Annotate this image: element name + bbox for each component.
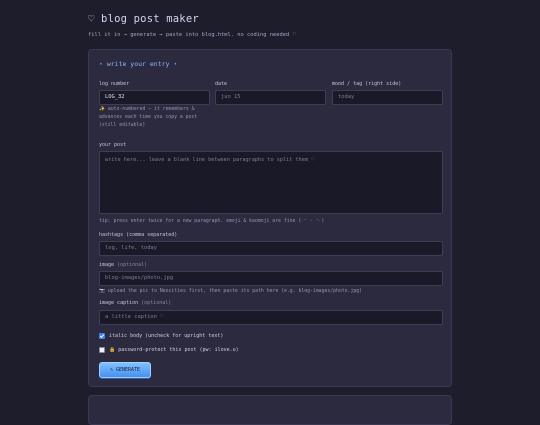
italic-checkbox[interactable] <box>99 333 105 339</box>
image-upload-hint: 📷 upload the pic to Neocities first, the… <box>99 289 363 294</box>
caption-label-optional: (optional) <box>141 300 172 306</box>
page-subtitle: fill it in → generate → paste into blog.… <box>88 32 296 38</box>
auto-number-note-3: (still editable) <box>99 123 146 128</box>
caption-input[interactable]: a little caption ♡ <box>99 310 443 325</box>
image-label: image (optional) <box>99 262 147 268</box>
output-panel <box>88 395 452 425</box>
hashtags-label: hashtags (comma separated) <box>99 232 178 238</box>
password-checkbox-label: 🔒 password-protect this post (pw: ilove.… <box>109 347 239 353</box>
image-path-input[interactable]: blog-images/photo.jpg <box>99 271 443 286</box>
caption-label: image caption (optional) <box>99 300 171 306</box>
italic-checkbox-label: italic body (uncheck for upright text) <box>109 333 224 339</box>
date-input[interactable]: jun 15 <box>215 90 326 105</box>
auto-number-note-2: advances each time you copy a post <box>99 115 198 120</box>
entry-form-panel: ⋆ write your entry ⋆ log number LOG_32 d… <box>88 49 452 387</box>
date-label: date <box>215 81 228 87</box>
password-checkbox[interactable] <box>99 347 105 353</box>
post-tip: tip: press enter twice for a new paragra… <box>99 219 325 224</box>
mood-input[interactable]: today <box>332 90 443 105</box>
mood-label: mood / tag (right side) <box>332 81 402 87</box>
hashtags-input[interactable]: log, life, today <box>99 241 443 256</box>
auto-number-note-1: ✨ auto-numbered — it remembers & <box>99 107 195 112</box>
section-title: ⋆ write your entry ⋆ <box>99 60 178 68</box>
post-label: your post <box>99 142 127 148</box>
image-label-optional: (optional) <box>117 262 148 268</box>
image-label-text: image <box>99 262 115 268</box>
log-number-input[interactable]: LOG_32 <box>99 90 210 105</box>
caption-label-text: image caption <box>99 300 139 306</box>
post-textarea[interactable]: write here... leave a blank line between… <box>99 151 443 214</box>
page-title: ♡ blog post maker <box>88 13 199 25</box>
log-number-label: log number <box>99 81 130 87</box>
generate-button[interactable]: ✎ GENERATE <box>99 362 151 378</box>
